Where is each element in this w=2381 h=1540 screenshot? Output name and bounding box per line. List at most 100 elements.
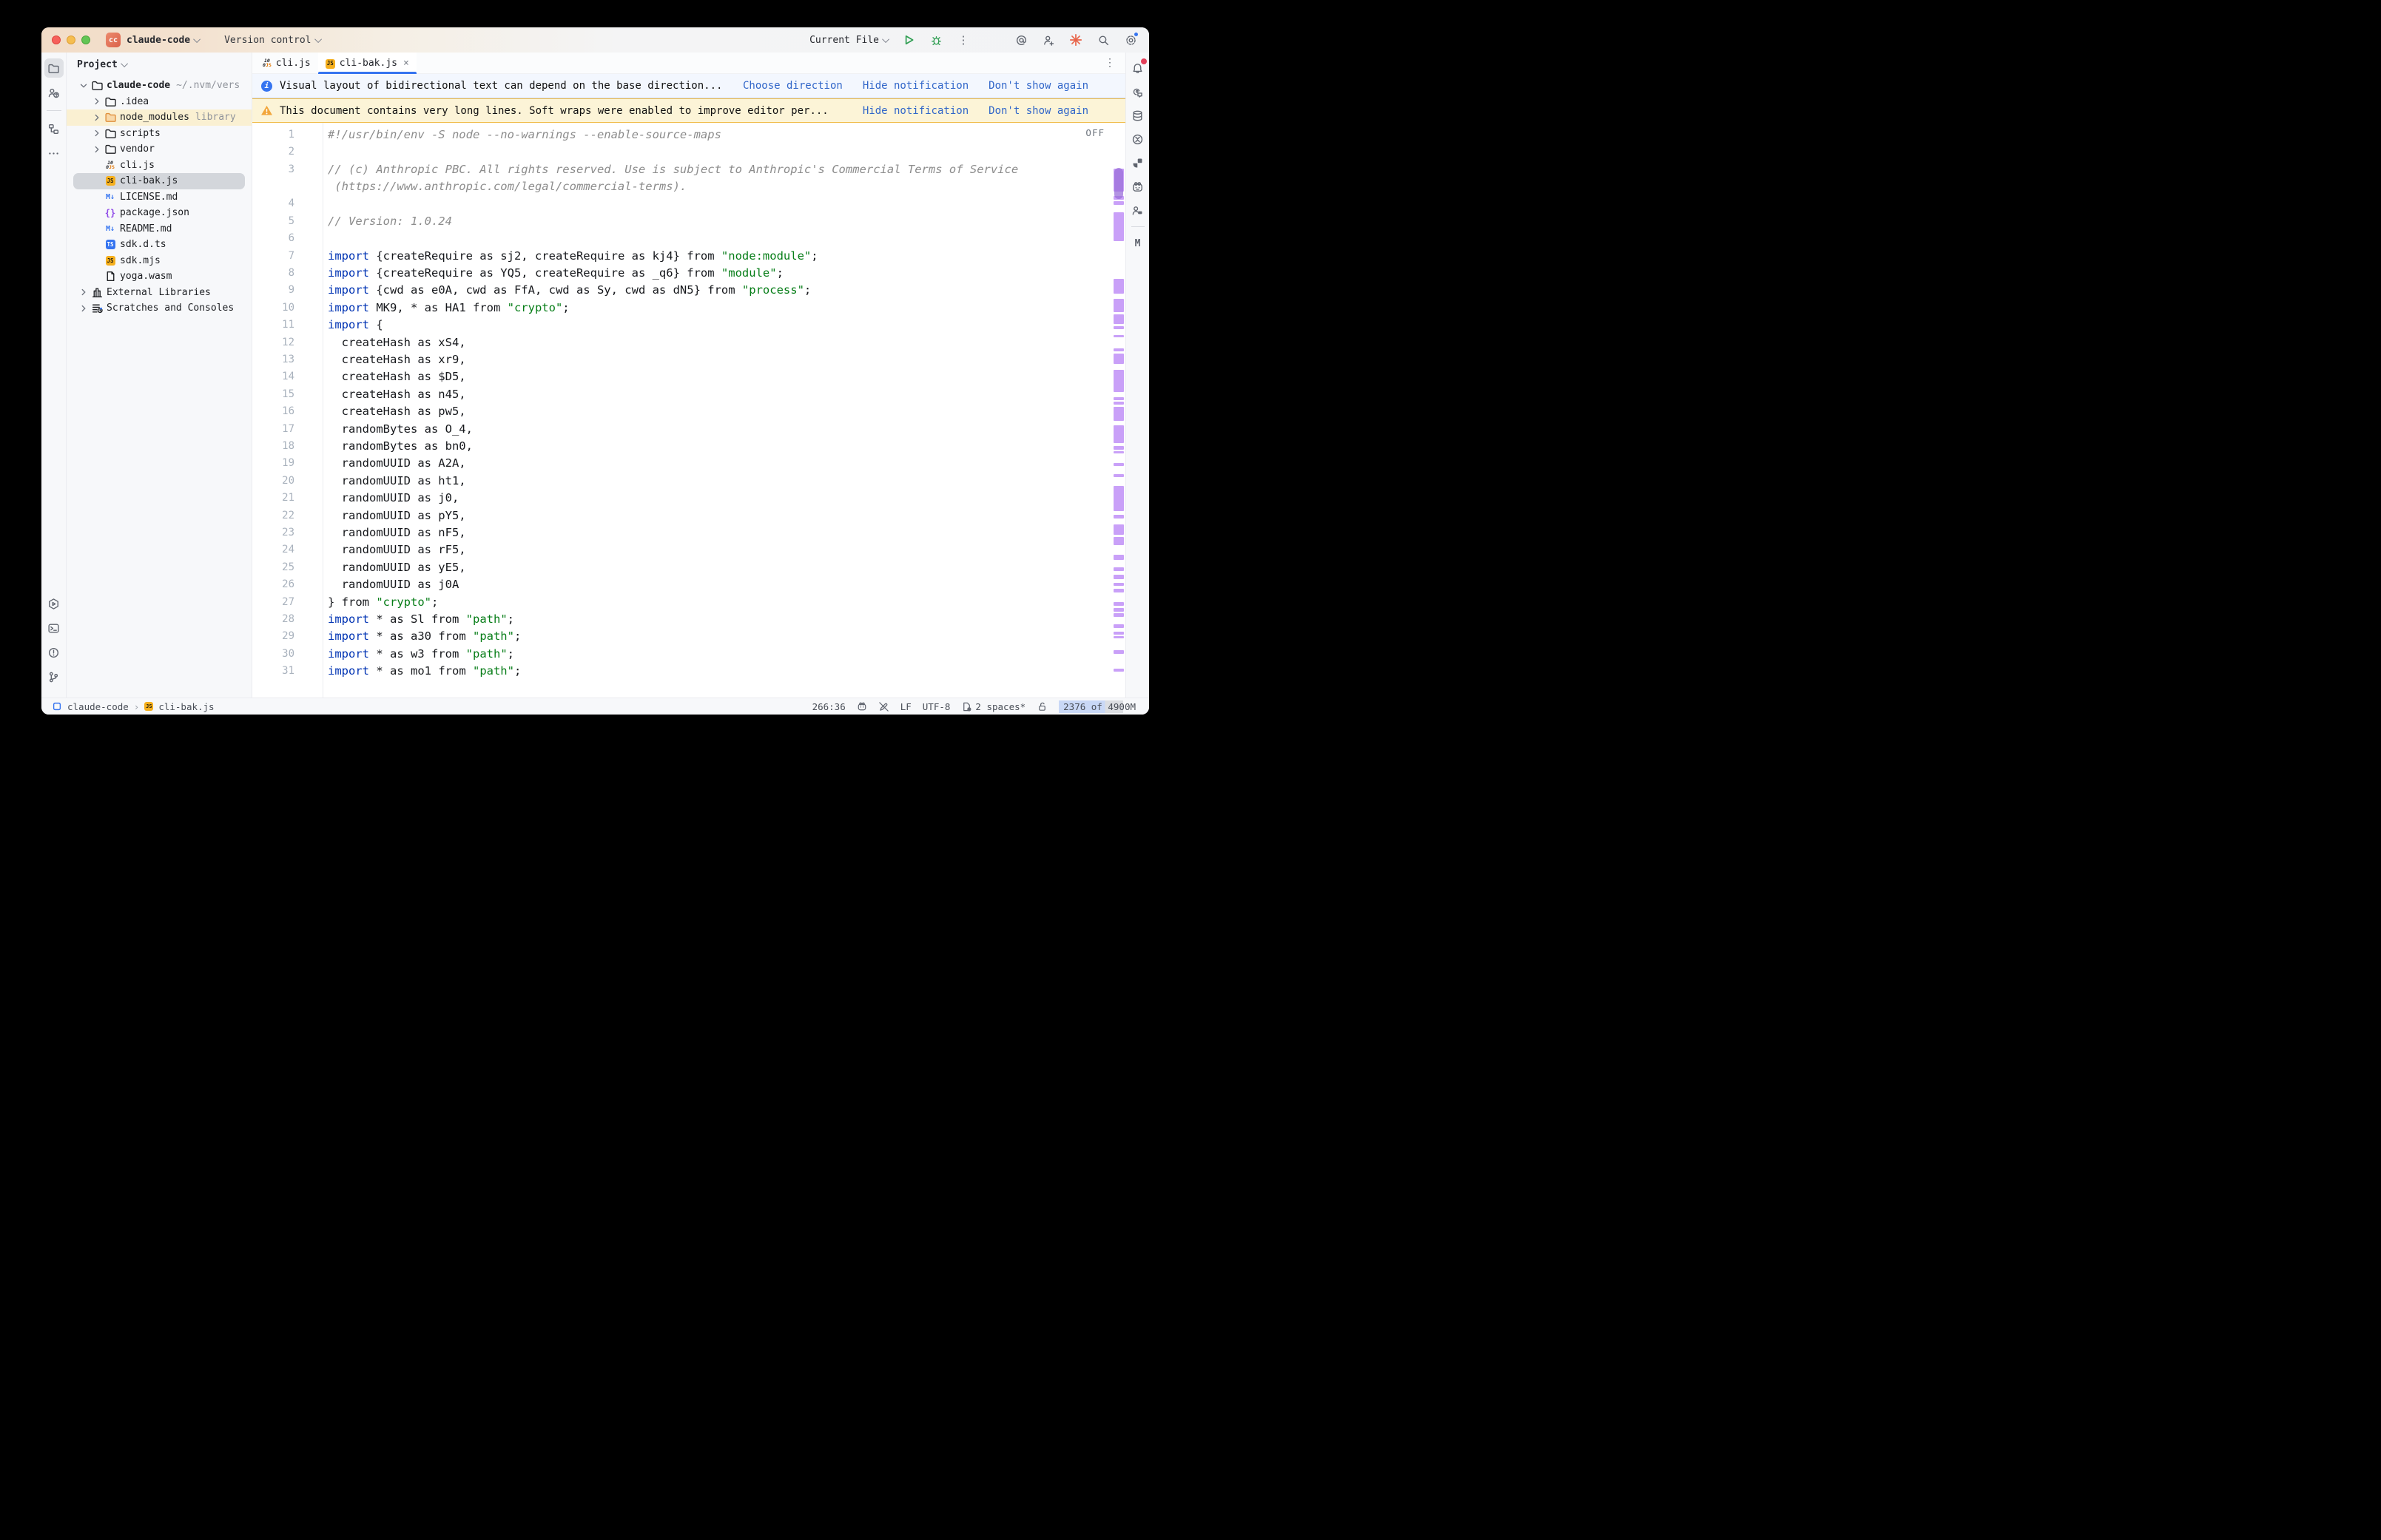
m-plugin-icon[interactable]: M <box>1128 234 1148 253</box>
problems-icon[interactable] <box>44 643 64 662</box>
ai-assistant-icon[interactable] <box>1068 32 1084 48</box>
project-folder-icon[interactable] <box>44 58 64 78</box>
line-number: 27 <box>252 596 294 608</box>
code-token: randomUUID as j0, <box>328 491 459 504</box>
caret-position-widget[interactable]: 266:36 <box>812 701 846 712</box>
status-bar: claude-code › JS cli-bak.js 266:36 LF UT… <box>41 698 1149 715</box>
search-everywhere-icon[interactable] <box>1095 32 1111 48</box>
robot-face-icon[interactable] <box>857 701 867 712</box>
tree-item-yoga-wasm[interactable]: yoga.wasm <box>67 269 252 285</box>
more-horizontal-icon[interactable] <box>44 143 64 163</box>
project-panel-header[interactable]: Project <box>67 53 252 76</box>
memory-indicator[interactable]: 2376 of 4900M <box>1059 700 1140 713</box>
run-configuration-selector[interactable]: Current File <box>809 35 889 46</box>
ai-chat-icon[interactable] <box>1128 82 1148 101</box>
zoom-window-button[interactable] <box>81 36 90 44</box>
plugin-icon[interactable] <box>1128 153 1148 172</box>
vcs-menu[interactable]: Version control <box>224 35 321 46</box>
inspection-highlighting-widget[interactable]: OFF <box>1085 127 1105 138</box>
indent-widget[interactable]: 2 spaces* <box>961 701 1026 712</box>
code-line-8: 8import {createRequire as YQ5, createReq… <box>252 264 1125 281</box>
tree-item-sdk-d-ts[interactable]: TSsdk.d.ts <box>67 237 252 253</box>
code-token: createHash as xr9, <box>328 353 466 366</box>
project-panel-title: Project <box>77 59 118 70</box>
chevron-right-icon[interactable] <box>90 144 104 155</box>
structure-icon[interactable] <box>44 119 64 138</box>
code-editor[interactable]: OFF 1#!/usr/bin/env -S node --no-warning… <box>252 123 1125 698</box>
hide-notification-link[interactable]: Hide notification <box>863 105 969 117</box>
tree-item-sdk-mjs[interactable]: JSsdk.mjs <box>67 253 252 269</box>
code-token: "process" <box>742 283 804 297</box>
breadcrumb-project[interactable]: claude-code <box>67 701 129 712</box>
code-line-2: 2 <box>252 143 1125 160</box>
chevron-right-icon[interactable] <box>77 287 90 297</box>
writable-lock-icon[interactable] <box>1037 701 1048 712</box>
tab-cli-js[interactable]: 100JScli.js <box>255 53 318 73</box>
tree-item-license-md[interactable]: M↓LICENSE.md <box>67 189 252 206</box>
code-token: {cwd as e0A, cwd as FfA, cwd as Sy, cwd … <box>369 283 742 297</box>
tree-item-claude-code[interactable]: claude-code~/.nvm/vers <box>67 78 252 94</box>
tree-item-vendor[interactable]: vendor <box>67 141 252 158</box>
line-number: 8 <box>252 267 294 279</box>
chevron-right-icon[interactable] <box>90 128 104 138</box>
mentions-icon[interactable] <box>1013 32 1029 48</box>
database-icon[interactable] <box>1128 106 1148 125</box>
more-options-icon[interactable]: ⋮ <box>955 32 971 48</box>
project-menu[interactable]: claude-code <box>127 35 190 46</box>
tree-item-node-modules[interactable]: node_moduleslibrary <box>67 109 252 126</box>
chevron-down-icon[interactable] <box>77 81 90 91</box>
run-icon[interactable] <box>900 32 917 48</box>
folder-icon <box>90 79 104 92</box>
git-branch-icon[interactable] <box>44 667 64 686</box>
close-window-button[interactable] <box>52 36 61 44</box>
hide-notification-link[interactable]: Hide notification <box>863 80 969 92</box>
add-user-icon[interactable] <box>1040 32 1057 48</box>
code-line-12: 12 createHash as xS4, <box>252 334 1125 351</box>
tree-item-scripts[interactable]: scripts <box>67 126 252 142</box>
chevron-right-icon[interactable] <box>90 96 104 107</box>
users-help-icon[interactable] <box>44 83 64 102</box>
js-minified-file-icon: 100JS <box>263 58 272 68</box>
scrollbar-thumb[interactable] <box>1114 168 1123 199</box>
tree-item-package-json[interactable]: {}package.json <box>67 205 252 221</box>
highlighting-off-icon[interactable] <box>878 701 889 712</box>
changed-lines-mark <box>1114 583 1124 586</box>
toolbar-divider <box>1131 226 1145 227</box>
changed-lines-mark <box>1114 515 1124 519</box>
external-libraries-icon <box>90 286 104 299</box>
tree-item-scratches-and-consoles[interactable]: Scratches and Consoles <box>67 300 252 317</box>
code-token: ; <box>431 595 438 609</box>
code-token: randomBytes as bn0, <box>328 439 473 453</box>
tree-item--idea[interactable]: .idea <box>67 94 252 110</box>
changed-lines-mark <box>1114 474 1124 477</box>
line-ending-widget[interactable]: LF <box>900 701 912 712</box>
dont-show-again-link[interactable]: Don't show again <box>989 80 1088 92</box>
users-chat-icon[interactable] <box>1128 200 1148 220</box>
tree-item-readme-md[interactable]: M↓README.md <box>67 221 252 237</box>
close-tab-icon[interactable]: × <box>403 58 409 69</box>
tab-cli-bak-js[interactable]: JScli-bak.js× <box>318 53 417 73</box>
chevron-right-icon[interactable] <box>90 112 104 123</box>
dont-show-again-link[interactable]: Don't show again <box>989 105 1088 117</box>
robot-face-icon[interactable] <box>1128 177 1148 196</box>
settings-gear-icon[interactable] <box>1122 32 1139 48</box>
choose-direction-link[interactable]: Choose direction <box>743 80 843 92</box>
tree-item-cli-js[interactable]: 100JScli.js <box>67 158 252 174</box>
code-line-15: 15 createHash as n45, <box>252 385 1125 402</box>
tree-item-external-libraries[interactable]: External Libraries <box>67 285 252 301</box>
minimize-window-button[interactable] <box>67 36 75 44</box>
debug-icon[interactable] <box>928 32 944 48</box>
chevron-right-icon[interactable] <box>77 303 90 314</box>
terminal-icon[interactable] <box>44 618 64 638</box>
tree-item-cli-bak-js[interactable]: JScli-bak.js <box>67 173 252 189</box>
breadcrumbs: claude-code › JS cli-bak.js <box>52 701 215 712</box>
breadcrumb-file[interactable]: cli-bak.js <box>158 701 214 712</box>
notifications-bell-icon[interactable] <box>1128 58 1148 78</box>
encoding-widget[interactable]: UTF-8 <box>923 701 951 712</box>
x-circle-icon[interactable] <box>1128 129 1148 149</box>
services-icon[interactable] <box>44 594 64 613</box>
tab-options-icon[interactable]: ⋮ <box>1105 57 1115 69</box>
vcs-menu-label: Version control <box>224 35 311 46</box>
code-token: randomUUID as yE5, <box>328 561 466 574</box>
window-controls <box>52 36 90 44</box>
